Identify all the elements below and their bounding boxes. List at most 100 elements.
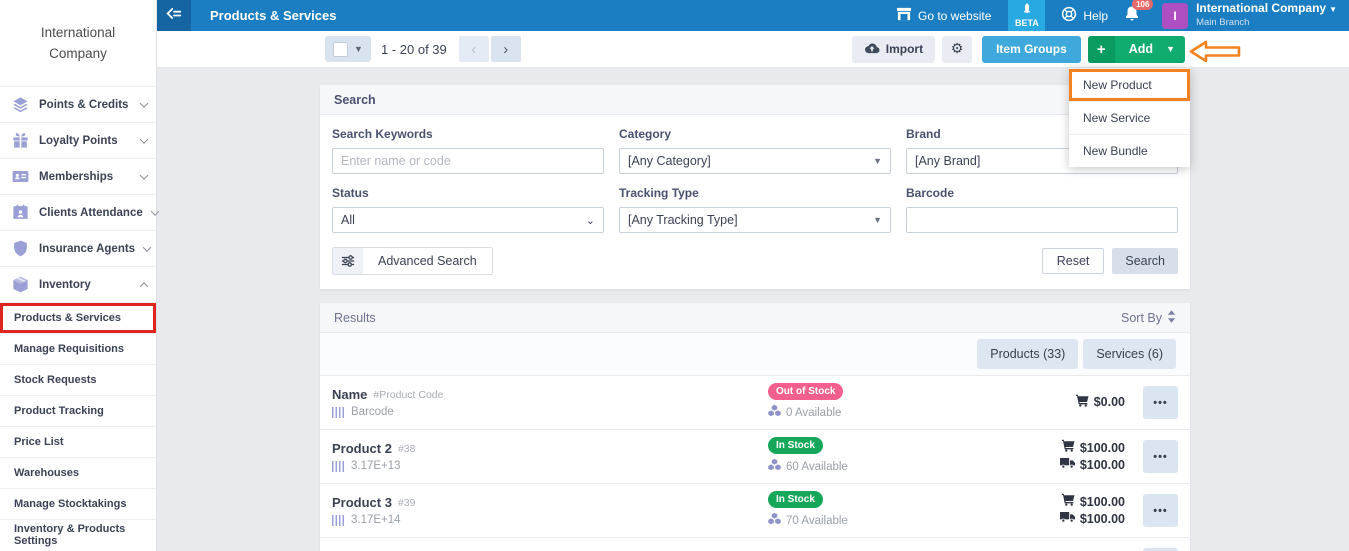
table-row: Product 3 #39 3.17E+14 In Stock <box>320 483 1190 537</box>
top-header-bar: Products & Services Go to website BETA H… <box>157 0 1349 31</box>
sale-price: $100.00 <box>1080 494 1125 511</box>
layers-icon <box>11 95 30 114</box>
search-keywords-input[interactable] <box>332 148 604 174</box>
table-row: Product 2 #38 3.17E+13 In Stock <box>320 429 1190 483</box>
sidebar-subitem[interactable]: Warehouses <box>0 457 156 488</box>
tracking-type-select[interactable]: [Any Tracking Type] ▼ <box>619 207 891 233</box>
advanced-search-button[interactable]: Advanced Search <box>332 247 493 275</box>
annotation-arrow <box>1189 40 1241 68</box>
shield-icon <box>11 239 30 258</box>
barcode-input[interactable] <box>906 207 1178 233</box>
next-page-button[interactable]: › <box>491 36 521 62</box>
stock-status-badge: Out of Stock <box>768 383 843 400</box>
sidebar-subitem-label: Price List <box>14 436 64 448</box>
import-button[interactable]: Import <box>852 36 935 63</box>
beta-badge[interactable]: BETA <box>1008 0 1045 31</box>
truck-icon <box>1060 457 1075 474</box>
sidebar-item-memberships[interactable]: Memberships <box>0 158 156 194</box>
sidebar-item-points-credits[interactable]: Points & Credits <box>0 86 156 122</box>
cart-icon <box>1061 439 1075 457</box>
pagination-label: 1 - 20 of 39 <box>381 42 447 57</box>
chevron-down-icon: ▼ <box>1329 5 1337 14</box>
help-lifering-icon <box>1061 6 1077 25</box>
sidebar: International Company Points & Credits L… <box>0 0 157 551</box>
sidebar-item-label: Memberships <box>39 171 113 183</box>
avatar[interactable]: I <box>1162 3 1188 29</box>
results-tabs: Products (33) Services (6) <box>320 333 1190 375</box>
toolbar-actions: Import ⚙ Item Groups + Add ▼ <box>852 36 1343 63</box>
search-button[interactable]: Search <box>1112 248 1178 274</box>
cubes-icon <box>768 512 781 530</box>
item-groups-button[interactable]: Item Groups <box>982 36 1081 63</box>
sidebar-subitem[interactable]: Products & Services <box>0 302 156 333</box>
chevron-down-icon <box>140 99 148 107</box>
company-menu[interactable]: International Company▼ Main Branch <box>1196 2 1337 29</box>
sale-price: $100.00 <box>1080 440 1125 457</box>
sidebar-item-label: Loyalty Points <box>39 135 118 147</box>
menu-item[interactable]: New Bundle <box>1069 134 1190 167</box>
notification-count-badge: 106 <box>1132 0 1153 10</box>
product-barcode: Barcode <box>351 406 394 418</box>
sidebar-subitem-label: Manage Stocktakings <box>14 498 126 510</box>
chevron-down-icon: ▼ <box>354 44 363 54</box>
search-panel-header: Search <box>320 85 1190 115</box>
notifications-button[interactable]: 106 <box>1124 5 1140 26</box>
barcode-icon <box>332 407 346 418</box>
sidebar-subitem[interactable]: Price List <box>0 426 156 457</box>
select-all-dropdown[interactable]: ▼ <box>325 36 371 62</box>
calendar-icon <box>11 203 30 222</box>
chevron-down-icon[interactable]: ▼ <box>1166 44 1185 54</box>
sidebar-item-insurance-agents[interactable]: Insurance Agents <box>0 230 156 266</box>
row-actions-button[interactable]: ••• <box>1143 386 1178 419</box>
box-icon <box>11 275 30 294</box>
rocket-icon <box>1022 3 1032 17</box>
help-link[interactable]: Help <box>1061 6 1108 25</box>
chevron-down-icon: ⌄ <box>586 214 595 227</box>
menu-item-label: New Product <box>1083 78 1152 92</box>
purchase-price: $100.00 <box>1080 511 1125 528</box>
sidebar-subitem-label: Warehouses <box>14 467 79 479</box>
menu-item[interactable]: New Service <box>1069 101 1190 134</box>
sidebar-subitem[interactable]: Stock Requests <box>0 364 156 395</box>
row-actions-button[interactable]: ••• <box>1143 440 1178 473</box>
row-actions-button[interactable]: ••• <box>1143 494 1178 527</box>
settings-gear-button[interactable]: ⚙ <box>942 36 972 63</box>
select-all-checkbox[interactable] <box>333 42 348 57</box>
sidebar-subitem[interactable]: Inventory & Products Settings <box>0 519 156 550</box>
barcode-label: Barcode <box>906 186 1178 200</box>
sidebar-item-loyalty-points[interactable]: Loyalty Points <box>0 122 156 158</box>
sidebar-collapse-button[interactable] <box>157 0 191 31</box>
results-tab[interactable]: Products (33) <box>977 339 1078 369</box>
sidebar-subitem[interactable]: Manage Requisitions <box>0 333 156 364</box>
cubes-icon <box>768 404 781 422</box>
branch-label: Main Branch <box>1196 16 1337 29</box>
add-dropdown-menu: New Product New Service New Bundle <box>1069 68 1190 167</box>
sidebar-item-inventory[interactable]: Inventory <box>0 266 156 302</box>
sidebar-subitem-label: Manage Requisitions <box>14 343 124 355</box>
sidebar-item-clients-attendance[interactable]: Clients Attendance <box>0 194 156 230</box>
search-panel-title: Search <box>334 93 376 107</box>
results-panel-header: Results Sort By <box>320 303 1190 333</box>
sort-by-control[interactable]: Sort By <box>1121 310 1176 326</box>
add-button[interactable]: + Add ▼ <box>1088 36 1185 63</box>
go-to-website-link[interactable]: Go to website <box>896 7 991 24</box>
table-row-partial <box>320 537 1190 551</box>
category-select[interactable]: [Any Category] ▼ <box>619 148 891 174</box>
barcode-icon <box>332 461 346 472</box>
chevron-down-icon <box>140 171 148 179</box>
available-count: 0 Available <box>786 407 841 419</box>
reset-button[interactable]: Reset <box>1042 248 1105 274</box>
sidebar-subitem-label: Stock Requests <box>14 374 97 386</box>
available-count: 70 Available <box>786 515 848 527</box>
sidebar-subitem-label: Products & Services <box>14 312 121 324</box>
status-select[interactable]: All ⌄ <box>332 207 604 233</box>
sidebar-subitem[interactable]: Product Tracking <box>0 395 156 426</box>
sidebar-subitem[interactable]: Manage Stocktakings <box>0 488 156 519</box>
plus-icon[interactable]: + <box>1088 36 1115 63</box>
results-tab[interactable]: Services (6) <box>1083 339 1176 369</box>
previous-page-button[interactable]: ‹ <box>459 36 489 62</box>
list-toolbar: ▼ 1 - 20 of 39 ‹ › Import ⚙ Item Groups … <box>157 31 1349 68</box>
menu-item[interactable]: New Product <box>1069 68 1190 101</box>
cart-icon <box>1061 493 1075 511</box>
results-rows: Name #Product Code Barcode Out of Stock <box>320 375 1190 537</box>
